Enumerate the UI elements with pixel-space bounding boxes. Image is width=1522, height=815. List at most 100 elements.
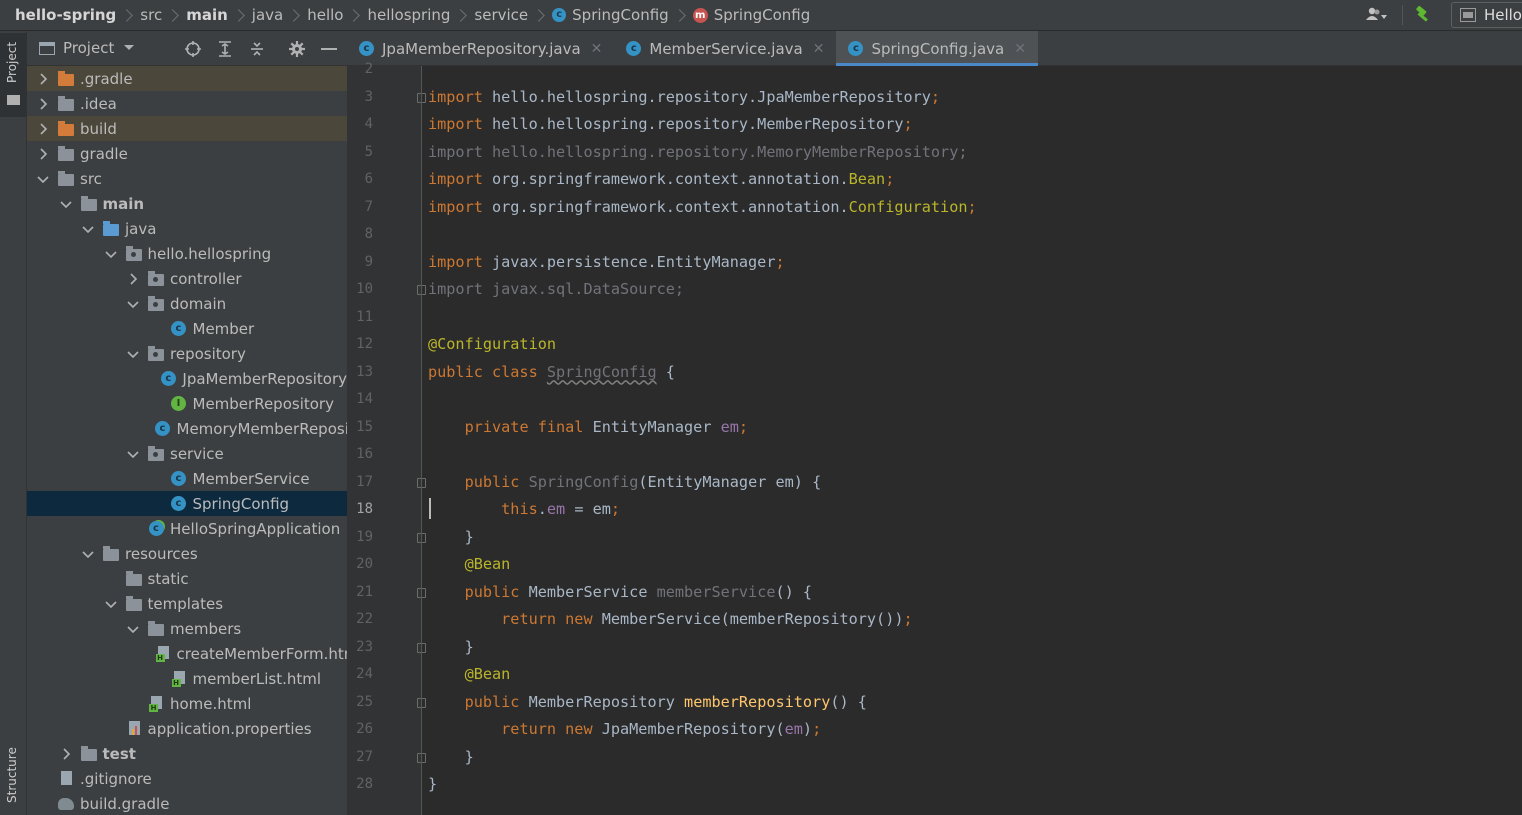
editor-tab[interactable]: c JpaMemberRepository.java ✕ xyxy=(347,31,614,66)
close-icon[interactable]: ✕ xyxy=(1014,41,1026,57)
close-icon[interactable]: ✕ xyxy=(813,41,825,57)
line-number: 6 xyxy=(364,171,373,187)
tree-item[interactable]: c HelloSpringApplication xyxy=(27,516,347,541)
collapse-all-icon[interactable] xyxy=(247,41,267,57)
breadcrumb-item[interactable]: hellospring xyxy=(367,6,450,24)
tree-item[interactable]: hello.hellospring xyxy=(27,241,347,266)
chevron-down-icon[interactable] xyxy=(125,621,141,637)
tree-item[interactable]: members xyxy=(27,616,347,641)
code-line: @Bean xyxy=(464,555,511,573)
chevron-right-icon[interactable] xyxy=(35,146,51,162)
chevron-right-icon[interactable] xyxy=(58,746,74,762)
code-line: private final EntityManager em; xyxy=(464,417,749,436)
tree-item[interactable]: main xyxy=(27,191,347,216)
chevron-right-icon[interactable] xyxy=(125,271,141,287)
tree-item[interactable]: domain xyxy=(27,291,347,316)
chevron-down-icon[interactable] xyxy=(125,446,141,462)
code-editor[interactable]: import hello.hellospring.repository.JpaM… xyxy=(428,66,1522,815)
tree-item-label: gradle xyxy=(80,144,128,163)
tree-item[interactable]: resources xyxy=(27,541,347,566)
chevron-down-icon[interactable] xyxy=(80,546,96,562)
project-tool-button[interactable]: Project xyxy=(0,33,27,117)
tree-item[interactable]: build.gradle xyxy=(27,791,347,815)
breadcrumb-separator-icon xyxy=(454,8,468,22)
tree-item[interactable]: c Member xyxy=(27,316,347,341)
breadcrumb-item[interactable]: c SpringConfig xyxy=(552,6,669,24)
class-icon: c xyxy=(170,496,188,512)
locate-file-icon[interactable] xyxy=(183,40,203,57)
breadcrumb-item[interactable]: service xyxy=(474,6,528,24)
tree-item[interactable]: test xyxy=(27,741,347,766)
line-number: 14 xyxy=(356,391,373,407)
code-line: } xyxy=(428,775,438,793)
tree-item[interactable]: service xyxy=(27,441,347,466)
chevron-right-icon[interactable] xyxy=(35,121,51,137)
project-folder-icon xyxy=(7,95,20,105)
tree-item[interactable]: repository xyxy=(27,341,347,366)
folder-icon xyxy=(125,570,143,587)
expand-all-icon[interactable] xyxy=(215,40,235,57)
tree-item-label: application.properties xyxy=(147,719,312,738)
tree-item[interactable]: templates xyxy=(27,591,347,616)
toolbar-right: Hello xyxy=(1360,0,1522,30)
tree-item[interactable]: gradle xyxy=(27,141,347,166)
tree-item[interactable]: Hhome.html xyxy=(27,691,347,716)
editor-tab[interactable]: c MemberService.java ✕ xyxy=(614,31,836,66)
line-number: 17 xyxy=(356,473,373,490)
breadcrumb-item[interactable]: hello xyxy=(307,6,343,24)
tree-item[interactable]: HmemberList.html xyxy=(27,666,347,691)
code-line: import javax.sql.DataSource; xyxy=(428,280,685,298)
code-line: this.em = em; xyxy=(501,500,621,518)
hide-panel-icon[interactable] xyxy=(319,47,339,51)
breadcrumb-item[interactable]: main xyxy=(186,6,228,24)
folder-icon xyxy=(125,595,143,612)
tree-item[interactable]: src xyxy=(27,166,347,191)
tree-item[interactable]: application.properties xyxy=(27,716,347,741)
breadcrumb-item[interactable]: src xyxy=(140,6,162,24)
project-view-selector[interactable]: Project xyxy=(39,39,135,57)
folder-icon xyxy=(147,620,165,637)
chevron-down-icon[interactable] xyxy=(80,221,96,237)
tree-item[interactable]: HcreateMemberForm.html xyxy=(27,641,347,666)
tree-item[interactable]: static xyxy=(27,566,347,591)
chevron-down-icon[interactable] xyxy=(35,171,51,187)
structure-tool-button[interactable]: Structure xyxy=(0,731,27,815)
tree-item[interactable]: build xyxy=(27,116,347,141)
chevron-right-icon[interactable] xyxy=(35,71,51,87)
chevron-down-icon[interactable] xyxy=(125,346,141,362)
gear-icon[interactable] xyxy=(287,40,307,57)
build-hammer-icon[interactable] xyxy=(1411,0,1433,30)
class-icon: c xyxy=(626,41,642,56)
chevron-down-icon[interactable] xyxy=(103,596,119,612)
tree-item[interactable]: I MemberRepository xyxy=(27,391,347,416)
line-number: 11 xyxy=(356,308,373,325)
tree-item[interactable]: controller xyxy=(27,266,347,291)
tree-item[interactable]: .idea xyxy=(27,91,347,116)
run-configuration-selector[interactable]: Hello xyxy=(1450,2,1522,28)
breadcrumb-label: main xyxy=(186,6,228,24)
breadcrumb-label: SpringConfig xyxy=(572,6,669,24)
close-icon[interactable]: ✕ xyxy=(591,41,603,57)
tree-item[interactable]: .gradle xyxy=(27,66,347,91)
chevron-down-icon[interactable] xyxy=(103,246,119,262)
code-line: } xyxy=(428,527,474,546)
account-icon[interactable] xyxy=(1360,0,1394,30)
breadcrumb-item[interactable]: java xyxy=(252,6,283,24)
breadcrumb-item[interactable]: hello-spring xyxy=(15,6,116,24)
chevron-down-icon[interactable] xyxy=(125,296,141,312)
project-tool-label: Project xyxy=(5,41,19,83)
tree-item[interactable]: c MemberService xyxy=(27,466,347,491)
chevron-down-icon[interactable] xyxy=(58,196,74,212)
tree-item[interactable]: cMemoryMemberRepository xyxy=(27,416,347,441)
editor-tab[interactable]: c SpringConfig.java ✕ xyxy=(836,31,1039,66)
breadcrumb-separator-icon xyxy=(532,8,546,22)
tree-item[interactable]: .gitignore xyxy=(27,766,347,791)
tree-item[interactable]: java xyxy=(27,216,347,241)
gradle-file-icon xyxy=(57,796,75,812)
chevron-right-icon[interactable] xyxy=(35,96,51,112)
breadcrumb-item[interactable]: m SpringConfig xyxy=(692,6,810,24)
tree-item[interactable]: c JpaMemberRepository xyxy=(27,366,347,391)
tree-item[interactable]: c SpringConfig xyxy=(27,491,347,516)
